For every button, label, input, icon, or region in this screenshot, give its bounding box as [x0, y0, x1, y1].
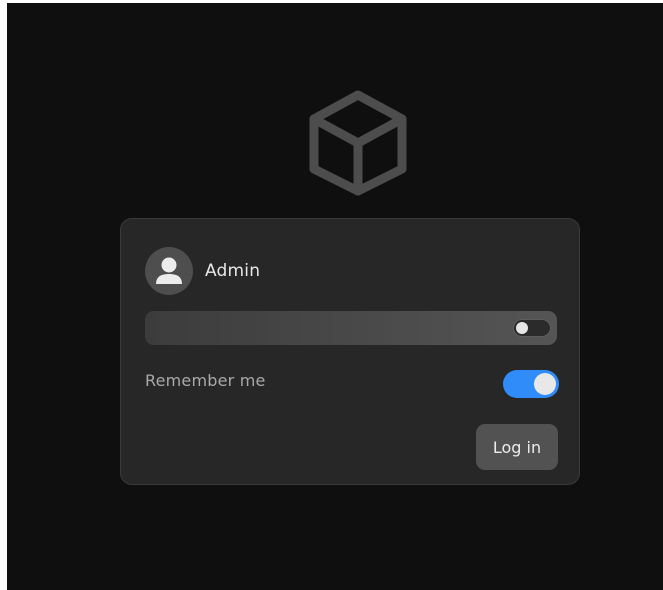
password-field[interactable]: [145, 311, 557, 345]
login-button[interactable]: Log in: [476, 424, 558, 470]
password-input[interactable]: [145, 311, 505, 345]
person-icon: [156, 257, 182, 284]
login-screen: Admin Remember me Log in: [7, 3, 663, 590]
remember-me-switch[interactable]: [503, 370, 559, 398]
toggle-knob: [516, 322, 528, 334]
user-avatar-icon: [145, 247, 193, 295]
user-row: Admin: [145, 247, 260, 295]
switch-knob: [534, 373, 556, 395]
username-label: Admin: [205, 261, 261, 281]
remember-me-label: Remember me: [145, 371, 266, 390]
login-card: Admin Remember me Log in: [120, 218, 580, 485]
show-password-toggle[interactable]: [513, 319, 551, 337]
cube-icon: [309, 90, 407, 196]
